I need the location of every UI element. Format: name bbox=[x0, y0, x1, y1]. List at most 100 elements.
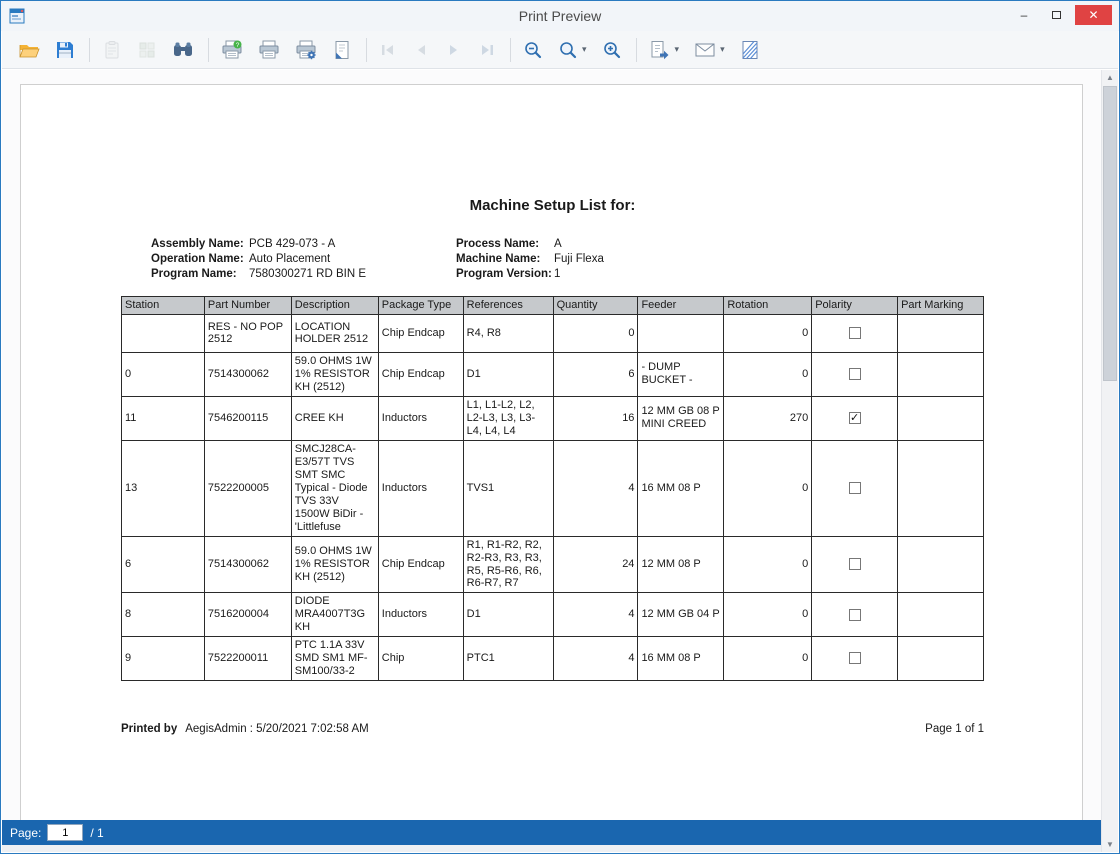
cell-part_number: RES - NO POP 2512 bbox=[204, 314, 291, 352]
polarity-checkbox bbox=[849, 327, 861, 339]
statusbar: Page: / 1 bbox=[2, 820, 1101, 845]
zoom-button[interactable]: ▾ bbox=[554, 37, 591, 63]
cell-polarity: ✓ bbox=[812, 396, 898, 440]
cell-description: 59.0 OHMS 1W 1% RESISTOR KH (2512) bbox=[291, 352, 378, 396]
polarity-checkbox bbox=[849, 368, 861, 380]
column-header-polarity: Polarity bbox=[812, 297, 898, 315]
zoom-in-button[interactable] bbox=[598, 37, 626, 63]
page-total: / 1 bbox=[90, 826, 103, 840]
cell-references: PTC1 bbox=[463, 637, 553, 681]
cell-package_type: Chip bbox=[378, 637, 463, 681]
table-row: 87516200004DIODE MRA4007T3G KHInductorsD… bbox=[122, 593, 984, 637]
page-label: Page: bbox=[10, 826, 41, 840]
cell-description: 59.0 OHMS 1W 1% RESISTOR KH (2512) bbox=[291, 536, 378, 593]
zoom-out-button[interactable] bbox=[519, 37, 547, 63]
first-page-button bbox=[375, 39, 401, 61]
cell-polarity bbox=[812, 352, 898, 396]
first-page-icon bbox=[379, 42, 397, 58]
minimize-icon: – bbox=[1021, 8, 1028, 22]
page-setup-button[interactable] bbox=[328, 37, 356, 63]
thumbnails-button bbox=[133, 37, 161, 63]
maximize-button[interactable] bbox=[1043, 5, 1069, 25]
cell-references: R4, R8 bbox=[463, 314, 553, 352]
zoom-icon bbox=[558, 40, 578, 60]
cell-part_marking bbox=[898, 314, 984, 352]
print-options-button[interactable] bbox=[291, 37, 321, 63]
save-button[interactable] bbox=[51, 37, 79, 63]
cell-station: 8 bbox=[122, 593, 205, 637]
polarity-checkbox bbox=[849, 558, 861, 570]
machine-setup-table: StationPart NumberDescriptionPackage Typ… bbox=[121, 296, 984, 681]
cell-description: SMCJ28CA-E3/57T TVS SMT SMC Typical - Di… bbox=[291, 440, 378, 536]
report-info-right: Process Name:A Machine Name:Fuji Flexa P… bbox=[456, 238, 604, 280]
close-button[interactable]: ✕ bbox=[1075, 5, 1112, 25]
scrollbar-thumb[interactable] bbox=[1103, 86, 1117, 381]
report-page: Machine Setup List for: Assembly Name:PC… bbox=[20, 84, 1083, 820]
column-header-part_marking: Part Marking bbox=[898, 297, 984, 315]
cell-feeder: 12 MM GB 08 P MINI CREED bbox=[638, 396, 724, 440]
cell-feeder: 16 MM 08 P bbox=[638, 440, 724, 536]
cell-part_marking bbox=[898, 637, 984, 681]
cell-feeder: - DUMP BUCKET - bbox=[638, 352, 724, 396]
email-dropdown-caret-icon[interactable]: ▾ bbox=[720, 44, 725, 55]
cell-station bbox=[122, 314, 205, 352]
cell-quantity: 4 bbox=[553, 637, 638, 681]
toolbar-separator bbox=[510, 38, 511, 62]
print-icon bbox=[258, 40, 280, 60]
program-version-value: 1 bbox=[554, 268, 560, 280]
print-options-icon bbox=[295, 40, 317, 60]
open-icon bbox=[18, 40, 40, 60]
zoom-dropdown-caret-icon[interactable]: ▾ bbox=[582, 44, 587, 55]
report-info-left: Assembly Name:PCB 429-073 - A Operation … bbox=[151, 238, 456, 280]
process-name-label: Process Name: bbox=[456, 238, 554, 250]
cell-part_marking bbox=[898, 352, 984, 396]
cell-part_marking bbox=[898, 593, 984, 637]
scroll-up-icon[interactable]: ▲ bbox=[1102, 70, 1118, 85]
cell-references: R1, R1-R2, R2, R2-R3, R3, R3, R5, R5-R6,… bbox=[463, 536, 553, 593]
cell-feeder bbox=[638, 314, 724, 352]
find-button[interactable] bbox=[168, 37, 198, 63]
toolbar: ? ▾ ▾ ▾ bbox=[2, 31, 1118, 69]
scroll-down-icon[interactable]: ▼ bbox=[1102, 837, 1118, 852]
column-header-description: Description bbox=[291, 297, 378, 315]
cell-part_number: 7514300062 bbox=[204, 536, 291, 593]
quick-print-button[interactable]: ? bbox=[217, 37, 247, 63]
clipboard-icon bbox=[102, 40, 122, 60]
cell-rotation: 0 bbox=[724, 440, 812, 536]
printed-by-value: AegisAdmin : 5/20/2021 7:02:58 AM bbox=[185, 723, 368, 735]
cell-quantity: 24 bbox=[553, 536, 638, 593]
find-icon bbox=[172, 40, 194, 60]
column-header-part_number: Part Number bbox=[204, 297, 291, 315]
email-button[interactable]: ▾ bbox=[690, 38, 729, 62]
watermark-button[interactable] bbox=[736, 37, 764, 63]
cell-package_type: Chip Endcap bbox=[378, 314, 463, 352]
open-button[interactable] bbox=[14, 37, 44, 63]
report-content: Machine Setup List for: Assembly Name:PC… bbox=[121, 85, 984, 735]
export-dropdown-caret-icon[interactable]: ▾ bbox=[675, 44, 680, 55]
cell-rotation: 0 bbox=[724, 352, 812, 396]
assembly-name-label: Assembly Name: bbox=[151, 238, 249, 250]
close-icon: ✕ bbox=[1088, 8, 1098, 22]
cell-rotation: 270 bbox=[724, 396, 812, 440]
cell-references: D1 bbox=[463, 352, 553, 396]
cell-station: 6 bbox=[122, 536, 205, 593]
export-icon bbox=[649, 40, 671, 60]
cell-polarity bbox=[812, 314, 898, 352]
page-number-input[interactable] bbox=[47, 824, 83, 841]
prev-page-button bbox=[408, 39, 434, 61]
cell-description: DIODE MRA4007T3G KH bbox=[291, 593, 378, 637]
page-setup-icon bbox=[332, 40, 352, 60]
cell-polarity bbox=[812, 536, 898, 593]
preview-area: Machine Setup List for: Assembly Name:PC… bbox=[2, 70, 1101, 820]
save-icon bbox=[55, 40, 75, 60]
column-header-quantity: Quantity bbox=[553, 297, 638, 315]
cell-package_type: Chip Endcap bbox=[378, 352, 463, 396]
cell-part_number: 7522200005 bbox=[204, 440, 291, 536]
export-button[interactable]: ▾ bbox=[645, 37, 684, 63]
print-button[interactable] bbox=[254, 37, 284, 63]
cell-station: 13 bbox=[122, 440, 205, 536]
minimize-button[interactable]: – bbox=[1011, 5, 1037, 25]
vertical-scrollbar[interactable]: ▲ ▼ bbox=[1101, 70, 1118, 852]
last-page-button bbox=[474, 39, 500, 61]
table-row: 0751430006259.0 OHMS 1W 1% RESISTOR KH (… bbox=[122, 352, 984, 396]
